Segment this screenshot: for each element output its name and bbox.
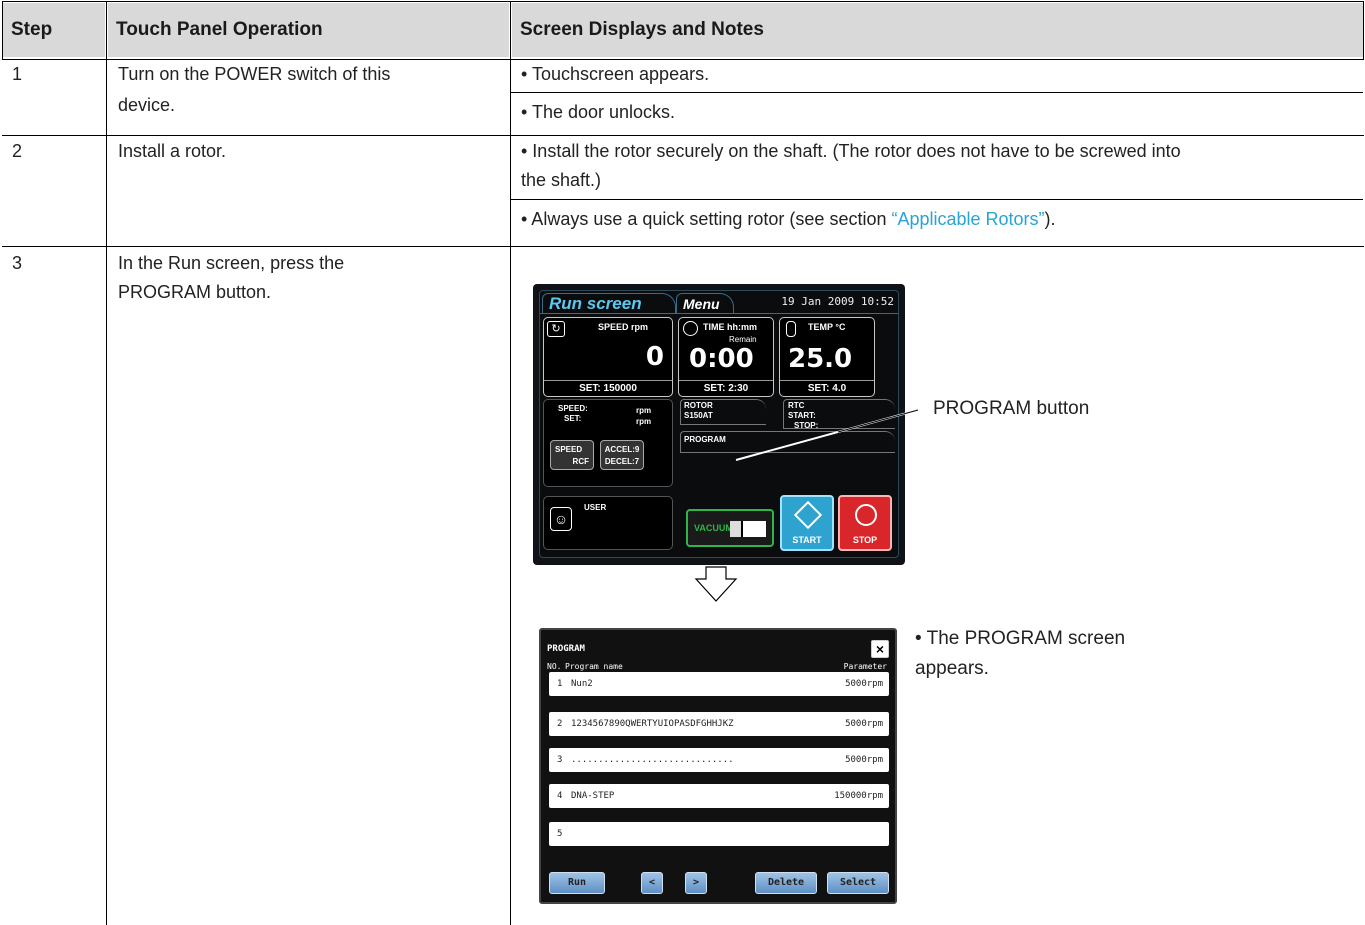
program-screen-note: appears. [915, 658, 989, 679]
program-name: .............................. [571, 755, 734, 765]
program-button-callout: PROGRAM button [933, 398, 1090, 419]
program-no: 1 [557, 679, 563, 689]
program-param: 5000rpm [845, 755, 883, 765]
program-param: 150000rpm [834, 791, 883, 801]
program-no: 5 [557, 829, 563, 839]
close-icon[interactable]: × [871, 640, 889, 658]
program-row[interactable]: 3 .............................. 5000rpm [549, 748, 889, 772]
program-param: 5000rpm [845, 719, 883, 729]
prev-button[interactable]: < [641, 872, 663, 894]
col-no: NO. [547, 662, 562, 671]
program-row[interactable]: 4 DNA-STEP 150000rpm [549, 784, 889, 808]
program-row[interactable]: 5 [549, 822, 889, 846]
delete-button[interactable]: Delete [755, 872, 817, 894]
select-button[interactable]: Select [827, 872, 889, 894]
col-param: Parameter [843, 662, 887, 671]
next-button[interactable]: > [685, 872, 707, 894]
program-param: 5000rpm [845, 679, 883, 689]
program-name: Nun2 [571, 679, 593, 689]
program-title: PROGRAM [547, 644, 585, 654]
program-row[interactable]: 1 Nun2 5000rpm [549, 672, 889, 696]
program-name: DNA-STEP [571, 791, 615, 801]
program-no: 2 [557, 719, 563, 729]
program-row[interactable]: 2 1234567890QWERTYUIOPASDFGHHJKZ 5000rpm [549, 712, 889, 736]
down-arrow-icon [694, 566, 738, 602]
program-screen-note: • The PROGRAM screen [915, 628, 1126, 649]
program-no: 3 [557, 755, 563, 765]
run-button[interactable]: Run [549, 872, 605, 894]
program-screen: PROGRAM × NO. Program name Parameter 1 N… [539, 628, 897, 904]
program-name: 1234567890QWERTYUIOPASDFGHHJKZ [571, 719, 734, 729]
col-name: Program name [565, 662, 623, 671]
program-no: 4 [557, 791, 563, 801]
